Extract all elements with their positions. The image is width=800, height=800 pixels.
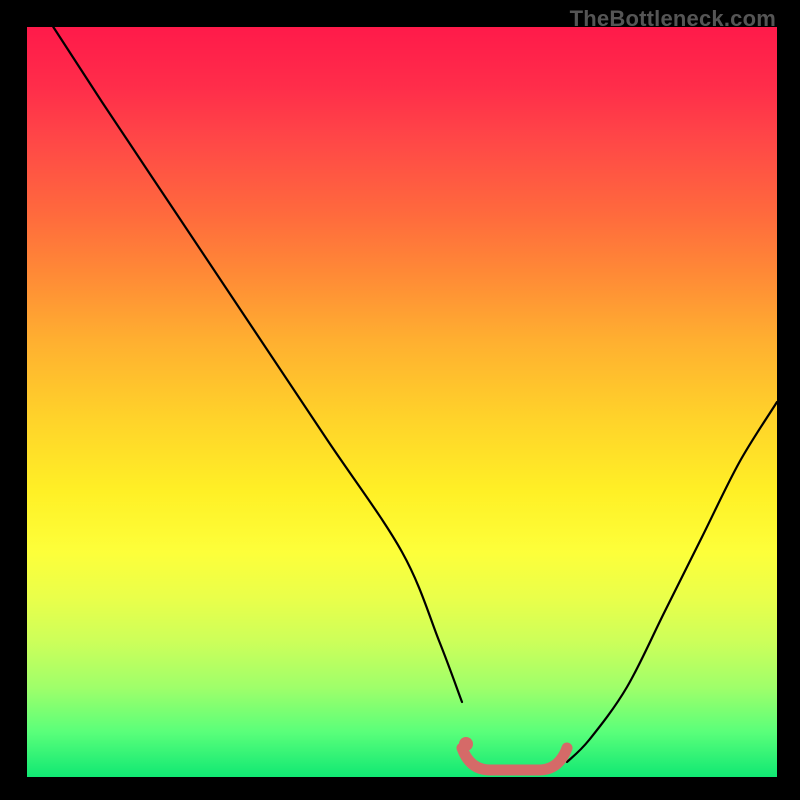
watermark-text: TheBottleneck.com bbox=[570, 6, 776, 32]
plot-gradient-area bbox=[27, 27, 777, 777]
chart-container: TheBottleneck.com bbox=[0, 0, 800, 800]
